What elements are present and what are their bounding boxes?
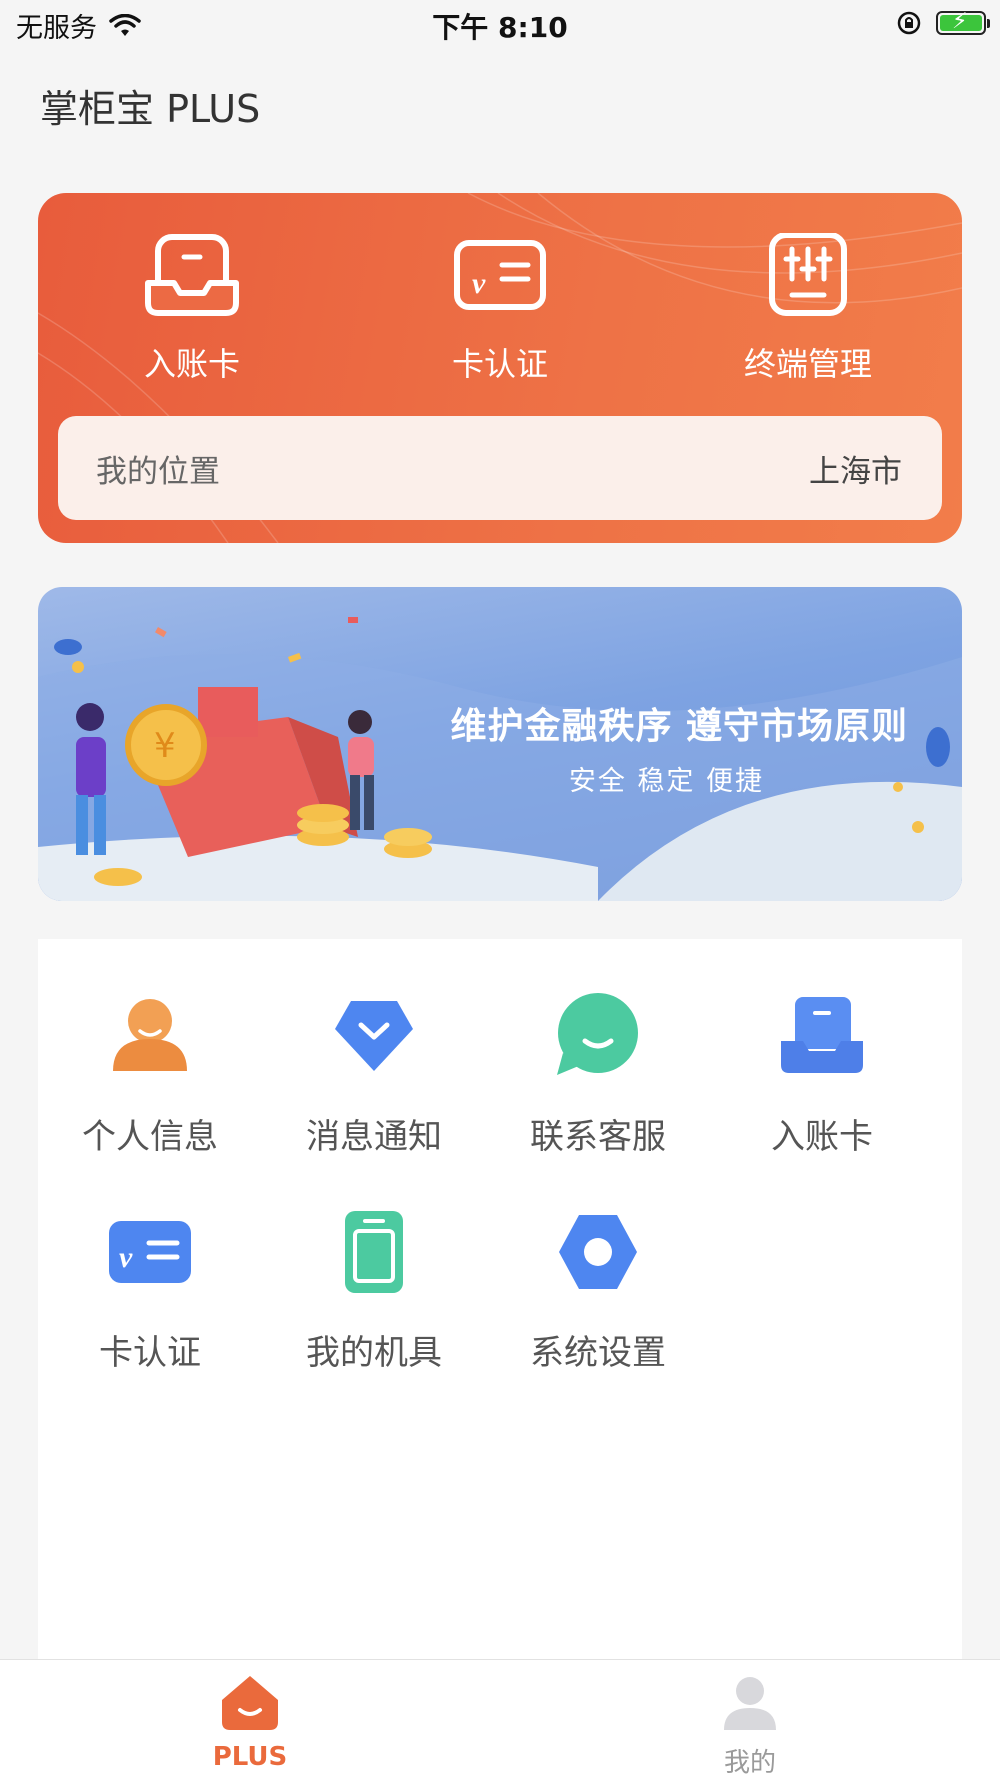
quick-action-terminal-management[interactable]: 终端管理 xyxy=(708,232,908,385)
location-label: 我的位置 xyxy=(96,454,220,490)
person-icon xyxy=(724,1677,776,1730)
menu-item-label: 卡认证 xyxy=(99,1333,201,1373)
terminal-settings-icon xyxy=(769,232,847,316)
menu-item-label: 系统设置 xyxy=(530,1333,666,1373)
location-value: 上海市 xyxy=(809,454,902,490)
page-title: 掌柜宝 PLUS xyxy=(40,87,261,131)
chat-icon xyxy=(557,993,638,1075)
svg-text:v: v xyxy=(119,1241,133,1274)
settings-icon xyxy=(559,1215,637,1289)
device-icon xyxy=(345,1211,403,1293)
menu-item-card-verify[interactable]: v 卡认证 xyxy=(38,1207,262,1374)
quick-actions-card: 入账卡 v 卡认证 终端管理 我的位置 上海市 xyxy=(38,193,962,543)
inbox-card-icon xyxy=(145,234,239,316)
promo-banner[interactable]: ¥ 维护金融秩序 遵守市场原则 安全 稳定 便捷 xyxy=(38,587,962,901)
menu-item-label: 消息通知 xyxy=(306,1117,442,1157)
tab-bar: PLUS 我的 xyxy=(0,1659,1000,1779)
quick-action-inbox-card[interactable]: 入账卡 xyxy=(92,233,292,385)
status-bar-right: ⚡ xyxy=(896,9,990,36)
clock: 下午 8:10 xyxy=(432,11,568,44)
svg-text:v: v xyxy=(472,267,486,300)
menu-item-label: 我的机具 xyxy=(306,1333,442,1373)
menu-item-my-device[interactable]: 我的机具 xyxy=(262,1207,486,1374)
location-row[interactable]: 我的位置 上海市 xyxy=(58,416,942,520)
tab-label: 我的 xyxy=(723,1748,776,1778)
menu-item-customer-service[interactable]: 联系客服 xyxy=(486,991,710,1158)
menu-grid: 个人信息 消息通知 联系客服 入账卡 v 卡认证 我的机具 系统设置 xyxy=(38,939,962,1659)
inbox-card-icon xyxy=(781,997,863,1073)
status-bar: 无服务 下午 8:10 ⚡ xyxy=(0,0,1000,50)
home-icon xyxy=(222,1676,278,1730)
menu-item-inbox-card[interactable]: 入账卡 xyxy=(710,991,934,1158)
tab-label: PLUS xyxy=(212,1742,288,1772)
quick-action-card-verify[interactable]: v 卡认证 xyxy=(400,233,600,385)
banner-subtitle: 安全 稳定 便捷 xyxy=(568,766,764,797)
card-verify-icon: v xyxy=(109,1221,191,1283)
menu-item-label: 个人信息 xyxy=(82,1117,218,1157)
card-verify-icon: v xyxy=(454,240,546,310)
tab-plus[interactable]: PLUS xyxy=(150,1674,350,1772)
message-icon xyxy=(335,1001,413,1071)
tab-mine[interactable]: 我的 xyxy=(650,1674,850,1779)
quick-action-label: 终端管理 xyxy=(743,345,872,383)
menu-item-notifications[interactable]: 消息通知 xyxy=(262,991,486,1158)
menu-item-personal-info[interactable]: 个人信息 xyxy=(38,991,262,1158)
menu-item-label: 入账卡 xyxy=(771,1117,873,1157)
quick-action-label: 卡认证 xyxy=(451,345,548,383)
rotation-lock-icon xyxy=(897,11,921,35)
svg-text:¥: ¥ xyxy=(154,726,176,766)
battery-icon: ⚡ xyxy=(936,9,990,35)
menu-item-system-settings[interactable]: 系统设置 xyxy=(486,1207,710,1374)
person-icon xyxy=(113,999,187,1071)
banner-title: 维护金融秩序 遵守市场原则 xyxy=(450,706,908,747)
menu-item-label: 联系客服 xyxy=(530,1117,666,1157)
quick-action-label: 入账卡 xyxy=(143,345,240,383)
